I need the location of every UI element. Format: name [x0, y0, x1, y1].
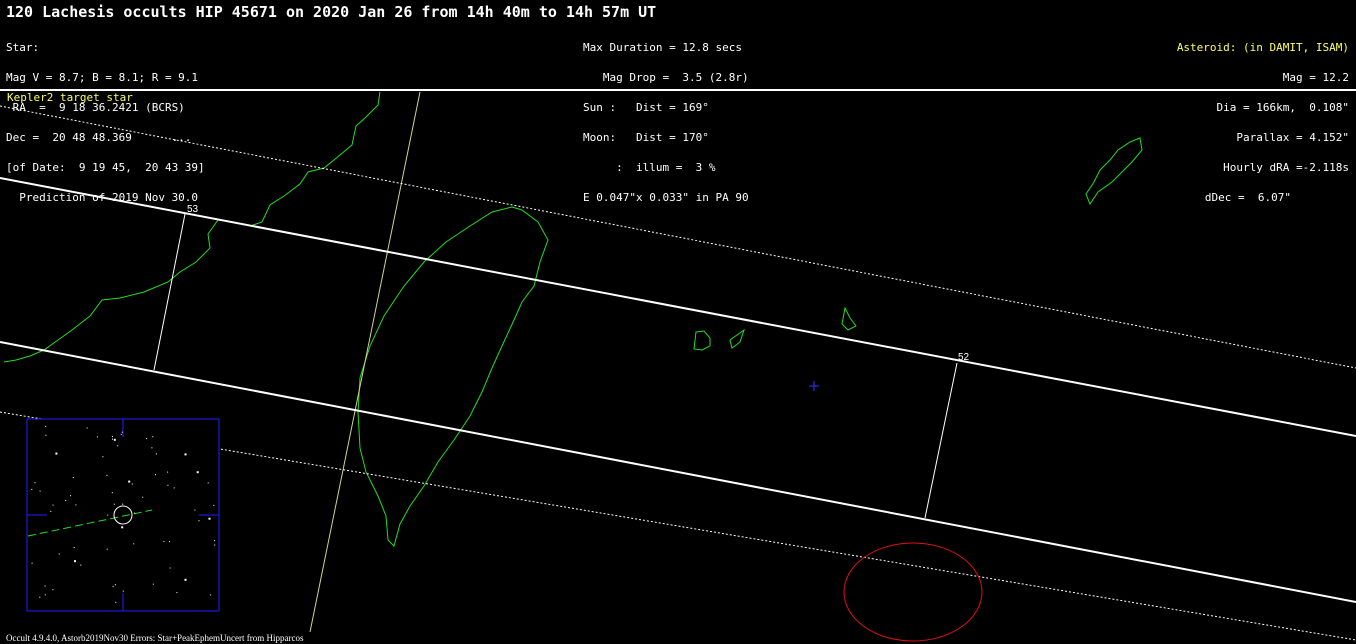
field-star [208, 517, 211, 520]
coastline-china [3, 91, 381, 363]
field-star [65, 500, 67, 501]
field-star [55, 452, 58, 455]
finder-chart [26, 418, 220, 612]
field-star [73, 547, 75, 548]
field-star [196, 471, 199, 474]
field-star [115, 601, 117, 603]
field-star [122, 503, 124, 505]
time-tick-52 [924, 362, 958, 519]
field-star [169, 567, 171, 569]
field-star [58, 553, 60, 555]
field-star [121, 431, 123, 433]
field-star [80, 564, 82, 566]
occultation-map: 53 52 [0, 91, 1356, 642]
field-star [111, 492, 113, 494]
field-star [52, 589, 54, 591]
footer-info: Occult 4.9.4.0, Astorb2019Nov30 Errors: … [6, 633, 304, 643]
field-star [106, 548, 108, 550]
field-star [112, 586, 114, 588]
field-star [102, 456, 104, 458]
time-label-52: 52 [958, 352, 970, 363]
field-star [44, 594, 46, 596]
shadow-path-north [0, 177, 1356, 437]
field-star [72, 477, 74, 479]
field-star [45, 425, 47, 427]
field-star [198, 520, 200, 522]
field-star [210, 594, 212, 596]
field-star [117, 445, 119, 447]
field-star [113, 503, 115, 505]
field-star [134, 512, 136, 514]
field-star [120, 433, 122, 435]
field-star [50, 510, 52, 512]
field-star [146, 438, 148, 440]
field-star [111, 436, 113, 437]
center-cross [809, 381, 819, 391]
field-star [121, 526, 124, 529]
field-star [133, 543, 135, 545]
time-label-53: 53 [187, 204, 199, 215]
field-star [152, 583, 154, 585]
field-star [155, 453, 157, 455]
field-star [52, 504, 54, 506]
field-star [128, 480, 131, 483]
field-star [34, 482, 36, 484]
field-star [152, 436, 154, 438]
field-star [194, 509, 196, 511]
field-star [44, 585, 46, 587]
field-star [169, 541, 170, 543]
field-star [31, 562, 33, 564]
field-star [167, 484, 169, 486]
field-star [207, 482, 209, 484]
field-star [74, 560, 76, 563]
time-tick-53 [153, 213, 186, 371]
field-star [86, 427, 88, 429]
field-star [142, 496, 144, 498]
coastline-island [729, 328, 745, 349]
field-star [176, 592, 178, 594]
field-star [214, 540, 216, 542]
field-star [96, 436, 98, 438]
field-star [167, 471, 169, 473]
field-star [106, 474, 108, 476]
meridian-line [309, 91, 421, 633]
coastline-island [1085, 137, 1143, 206]
field-star [45, 434, 47, 436]
field-star [112, 438, 113, 440]
field-star [75, 504, 77, 506]
field-star [184, 453, 187, 456]
coastline-island [693, 330, 711, 351]
kepler-note: Kepler2 target star [7, 91, 133, 104]
field-star [155, 474, 156, 476]
field-star [184, 578, 187, 581]
field-star [70, 495, 71, 497]
field-star [39, 596, 41, 598]
field-star [39, 490, 41, 492]
field-star [122, 590, 124, 592]
field-star [131, 483, 133, 485]
field-star [114, 584, 116, 586]
field-star [31, 488, 33, 490]
field-star [113, 438, 116, 441]
field-star [213, 504, 215, 506]
field-star [214, 544, 216, 546]
field-star [107, 514, 109, 516]
coastline-island [841, 306, 857, 331]
field-star [163, 540, 165, 542]
field-star [151, 447, 153, 449]
field-star [173, 487, 175, 489]
path-error-limit-north [0, 105, 1356, 369]
